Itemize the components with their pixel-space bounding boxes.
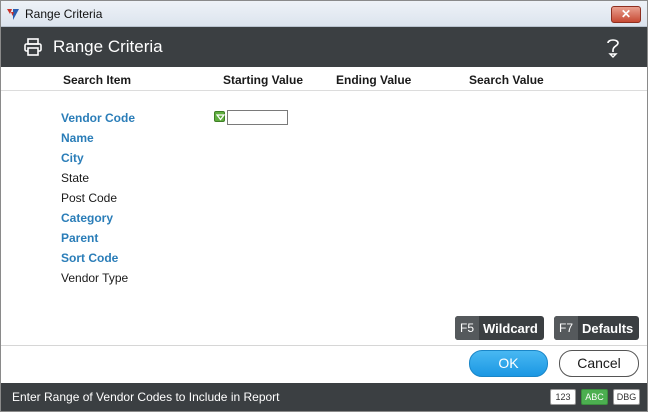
starting-value-input[interactable] xyxy=(227,110,288,125)
wildcard-label: Wildcard xyxy=(483,321,538,336)
chevron-down-icon xyxy=(216,114,225,121)
criteria-vendor-type: Vendor Type xyxy=(61,271,129,285)
criteria-name[interactable]: Name xyxy=(61,131,94,145)
status-bar: Enter Range of Vendor Codes to Include i… xyxy=(1,383,647,411)
criteria-post-code: Post Code xyxy=(61,191,118,205)
column-search-item: Search Item xyxy=(63,73,132,87)
status-message: Enter Range of Vendor Codes to Include i… xyxy=(12,390,280,404)
numeric-mode-badge: 123 xyxy=(550,389,576,405)
alpha-mode-badge: ABC xyxy=(581,389,608,405)
defaults-label: Defaults xyxy=(582,321,634,336)
debug-badge: DBG xyxy=(613,389,640,405)
column-ending-value: Ending Value xyxy=(336,73,412,87)
title-bar: Range Criteria ✕ xyxy=(1,1,647,27)
app-logo-icon xyxy=(7,9,19,20)
criteria-state: State xyxy=(61,171,90,185)
column-headers: Search Item Starting Value Ending Value … xyxy=(1,67,647,91)
divider xyxy=(1,345,647,346)
column-search-value: Search Value xyxy=(469,73,544,87)
criteria-parent[interactable]: Parent xyxy=(61,231,98,245)
wildcard-key-label: F5 xyxy=(455,316,479,340)
defaults-button[interactable]: F7 Defaults xyxy=(554,316,639,340)
defaults-key-label: F7 xyxy=(554,316,578,340)
column-starting-value: Starting Value xyxy=(223,73,304,87)
printer-icon[interactable] xyxy=(23,37,43,57)
range-type-dropdown[interactable] xyxy=(214,111,225,122)
help-icon[interactable] xyxy=(603,36,623,58)
criteria-city[interactable]: City xyxy=(61,151,84,165)
header-bar: Range Criteria xyxy=(1,27,647,67)
criteria-category[interactable]: Category xyxy=(61,211,113,225)
range-criteria-window: Range Criteria ✕ Range Criteria Search I… xyxy=(0,0,648,412)
window-title: Range Criteria xyxy=(25,7,103,21)
cancel-button[interactable]: Cancel xyxy=(559,350,639,377)
criteria-sort-code[interactable]: Sort Code xyxy=(61,251,118,265)
page-title: Range Criteria xyxy=(53,37,163,56)
close-button[interactable]: ✕ xyxy=(611,6,641,23)
criteria-vendor-code[interactable]: Vendor Code xyxy=(61,111,135,125)
ok-button[interactable]: OK xyxy=(469,350,548,377)
wildcard-button[interactable]: F5 Wildcard xyxy=(455,316,544,340)
